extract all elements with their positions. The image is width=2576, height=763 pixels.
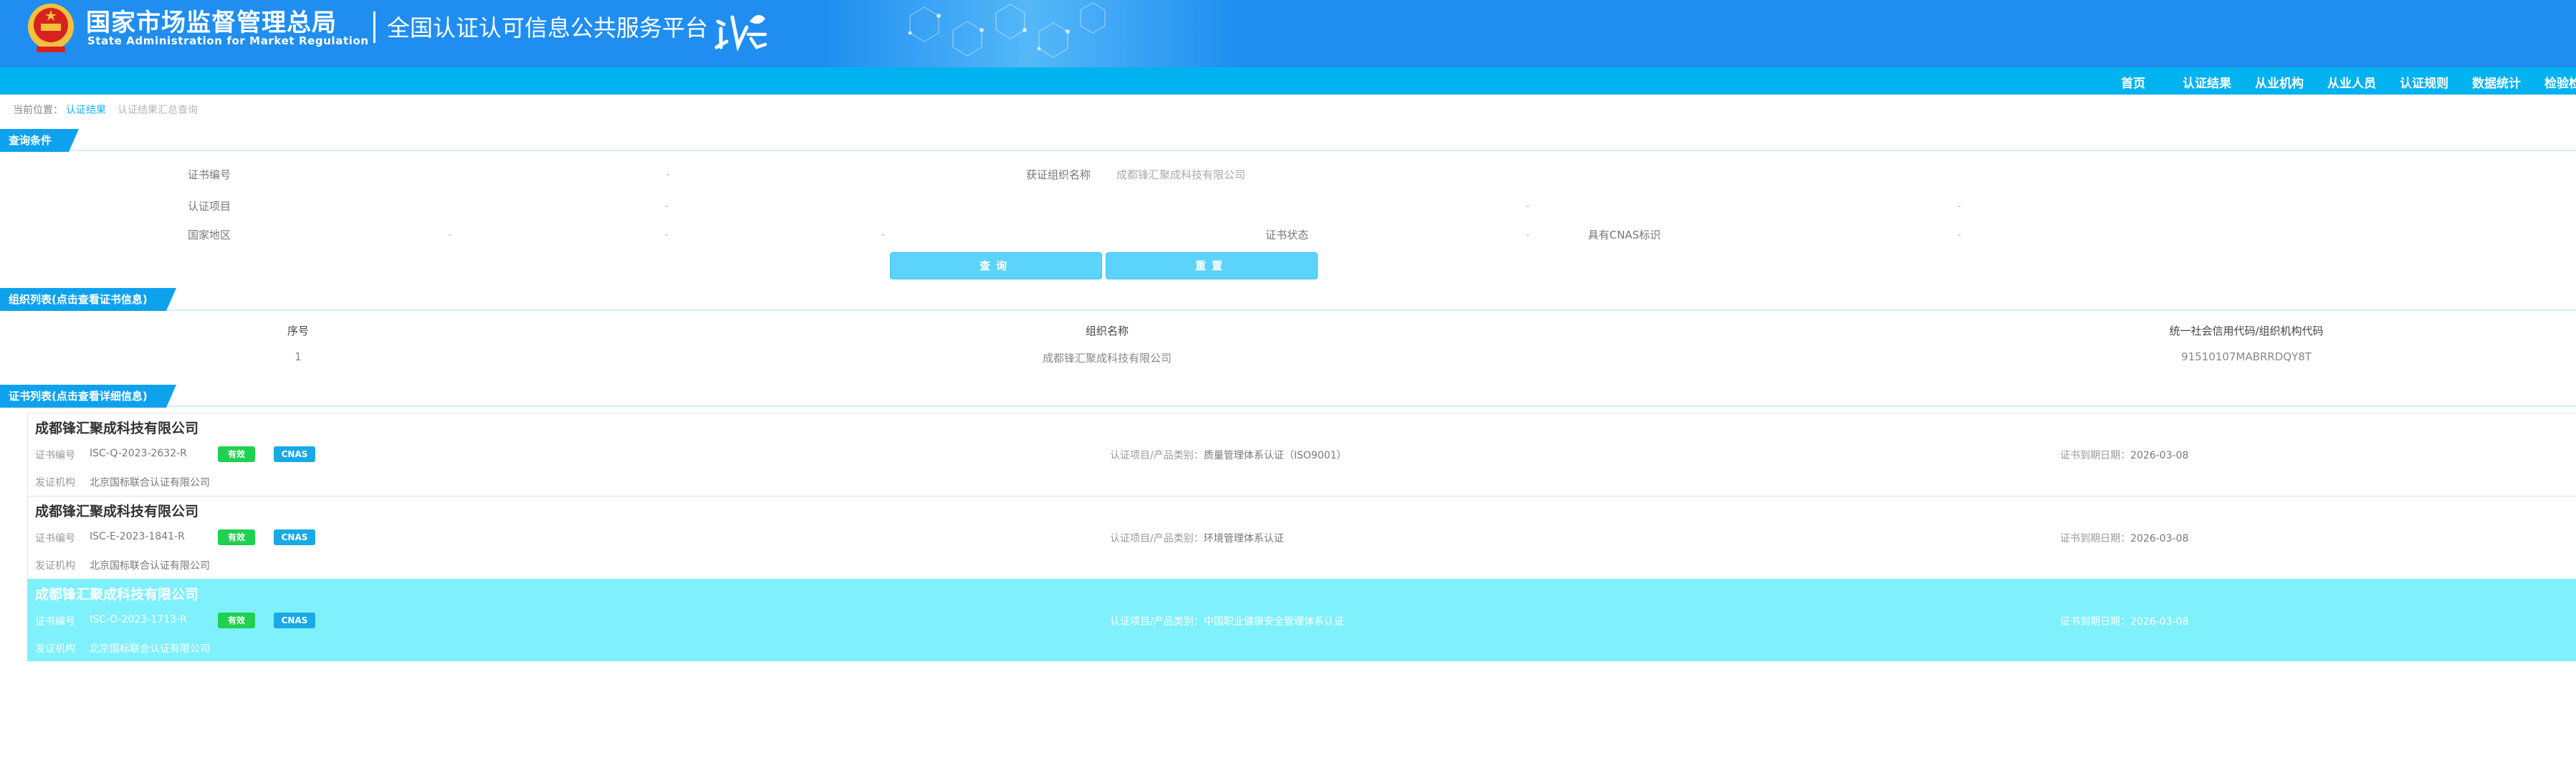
cert-list-section-title: 证书列表(点击查看详细信息)	[0, 385, 176, 408]
region-select-city[interactable]	[881, 234, 884, 236]
cert-no-label: 证书编号	[188, 168, 231, 181]
cert-status-select[interactable]	[1526, 234, 1529, 236]
search-button[interactable]: 查询	[890, 252, 1102, 279]
nav-item-institutions[interactable]: 从业机构	[2255, 73, 2304, 91]
cert-no-value: ISC-E-2023-1841-R	[90, 531, 185, 542]
cert-company-name: 成都锋汇聚成科技有限公司	[35, 421, 199, 436]
query-section-line	[0, 150, 2576, 151]
project-select-secondary[interactable]	[1526, 206, 1529, 207]
expiry-value: 2026-03-08	[2130, 616, 2189, 628]
cert-section-line	[0, 406, 2576, 407]
nav-item-home[interactable]: 首页	[2121, 73, 2145, 91]
cert-no-input[interactable]	[666, 174, 669, 176]
org-list-section-title: 组织列表(点击查看证书信息)	[0, 288, 176, 311]
cnas-select[interactable]	[1958, 234, 1960, 236]
expiry-label: 证书到期日期：2026-03-08	[2060, 533, 2189, 544]
expiry-label: 证书到期日期：2026-03-08	[2060, 450, 2189, 461]
org-table-header-code: 统一社会信用代码/组织机构代码	[2169, 325, 2324, 337]
project-select-tertiary[interactable]	[1958, 206, 1960, 207]
main-nav: 首页 认证结果 从业机构 从业人员 认证规则 数据统计 检验检	[0, 67, 2576, 95]
breadcrumb-current: 认证结果汇总查询	[118, 105, 198, 116]
region-select-province[interactable]	[665, 234, 668, 236]
agency-name-cn: 国家市场监督管理总局	[86, 9, 337, 37]
cert-company-name: 成都锋汇聚成科技有限公司	[35, 587, 199, 603]
project-label: 认证项目	[188, 200, 231, 213]
issuer-label: 发证机构	[35, 560, 75, 572]
cert-no-label: 证书编号	[35, 450, 75, 461]
agency-name-en: State Administration for Market Regulati…	[87, 34, 369, 47]
project-value: 环境管理体系认证	[1203, 533, 1284, 544]
breadcrumb: 当前位置： 认证结果 认证结果汇总查询	[13, 102, 198, 117]
expiry-label-text: 证书到期日期	[2060, 450, 2120, 461]
org-table-header-name: 组织名称	[1085, 325, 1129, 337]
cnas-badge: CNAS	[274, 529, 315, 545]
cnas-badge: CNAS	[274, 446, 315, 462]
cert-no-label: 证书编号	[35, 616, 75, 628]
nav-item-inspection[interactable]: 检验检	[2544, 73, 2576, 91]
renzheng-yun-logo-icon	[714, 14, 767, 52]
project-label-text: 认证项目/产品类别	[1110, 533, 1194, 544]
project-label-text: 认证项目/产品类别	[1110, 450, 1194, 461]
breadcrumb-prefix: 当前位置：	[13, 105, 63, 116]
nav-item-cert-results[interactable]: 认证结果	[2183, 73, 2231, 91]
project-label-text: 认证项目/产品类别	[1110, 616, 1194, 628]
expiry-label-text: 证书到期日期	[2060, 533, 2120, 544]
expiry-value: 2026-03-08	[2130, 533, 2189, 544]
expiry-label-text: 证书到期日期	[2060, 616, 2120, 628]
region-label: 国家地区	[188, 229, 231, 241]
nav-item-personnel[interactable]: 从业人员	[2327, 73, 2376, 91]
cert-no-value: ISC-O-2023-1713-R	[90, 614, 187, 625]
status-badge: 有效	[218, 613, 255, 628]
region-select-country[interactable]	[449, 234, 451, 236]
cert-no-value: ISC-Q-2023-2632-R	[90, 448, 187, 459]
project-select[interactable]	[665, 206, 668, 207]
project-value: 中国职业健康安全管理体系认证	[1203, 616, 1344, 628]
issuer-value: 北京国标联合认证有限公司	[90, 643, 210, 655]
status-badge: 有效	[218, 529, 255, 545]
breadcrumb-link-cert-results[interactable]: 认证结果	[66, 105, 106, 116]
cert-status-label: 证书状态	[1265, 229, 1309, 241]
cnas-label: 具有CNAS标识	[1588, 229, 1661, 241]
org-table-header-index: 序号	[287, 325, 310, 337]
cert-no-label: 证书编号	[35, 533, 75, 544]
issuer-label: 发证机构	[35, 477, 75, 489]
org-row-index: 1	[295, 350, 302, 363]
project-label: 认证项目/产品类别：中国职业健康安全管理体系认证	[1110, 616, 1344, 628]
national-emblem-icon	[28, 4, 74, 52]
query-section-title: 查询条件	[0, 129, 79, 152]
nav-item-cert-rules[interactable]: 认证规则	[2400, 73, 2448, 91]
org-row-code: 91510107MABRRDQY8T	[2181, 350, 2312, 363]
cert-card[interactable]: 成都锋汇聚成科技有限公司 证书编号 ISC-Q-2023-2632-R 有效 C…	[27, 413, 2576, 495]
reset-button[interactable]: 重置	[1106, 252, 1318, 279]
nav-item-statistics[interactable]: 数据统计	[2472, 73, 2521, 91]
org-name-input[interactable]: 成都锋汇聚成科技有限公司	[1116, 167, 1245, 182]
expiry-value: 2026-03-08	[2130, 450, 2189, 461]
cert-company-name: 成都锋汇聚成科技有限公司	[35, 504, 199, 519]
cert-card[interactable]: 成都锋汇聚成科技有限公司 证书编号 ISC-E-2023-1841-R 有效 C…	[27, 496, 2576, 578]
project-label: 认证项目/产品类别：环境管理体系认证	[1110, 533, 1284, 544]
cert-card-selected[interactable]: 成都锋汇聚成科技有限公司 证书编号 ISC-O-2023-1713-R 有效 C…	[27, 579, 2576, 661]
hexagon-pattern-decoration	[908, 2, 1106, 58]
platform-title: 全国认证认可信息公共服务平台	[387, 14, 709, 42]
project-value: 质量管理体系认证（ISO9001）	[1203, 450, 1347, 461]
project-label: 认证项目/产品类别：质量管理体系认证（ISO9001）	[1110, 450, 1347, 461]
cnas-badge: CNAS	[274, 613, 315, 628]
issuer-value: 北京国标联合认证有限公司	[90, 560, 210, 572]
site-header: 国家市场监督管理总局 State Administration for Mark…	[0, 0, 2576, 67]
issuer-label: 发证机构	[35, 643, 75, 655]
header-divider	[373, 11, 375, 43]
status-badge: 有效	[218, 446, 255, 462]
org-section-line	[0, 309, 2576, 311]
expiry-label: 证书到期日期：2026-03-08	[2060, 616, 2189, 628]
issuer-value: 北京国标联合认证有限公司	[90, 477, 210, 489]
org-name-label: 获证组织名称	[1026, 168, 1091, 181]
org-row-name[interactable]: 成都锋汇聚成科技有限公司	[1043, 350, 1172, 365]
